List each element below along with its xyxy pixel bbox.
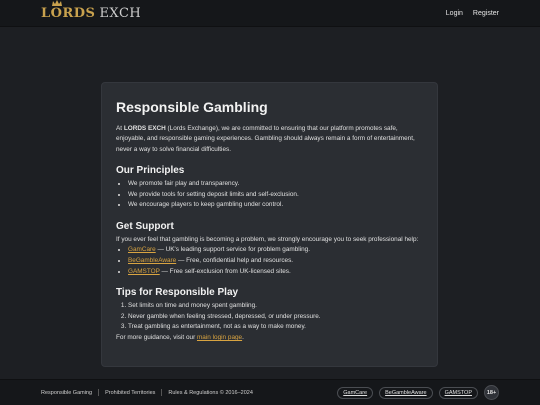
more-suffix: . bbox=[242, 333, 244, 341]
support-heading: Get Support bbox=[116, 221, 174, 232]
list-item: Set limits on time and money spent gambl… bbox=[128, 301, 423, 312]
footer-links: Responsible Gaming Prohibited Territorie… bbox=[41, 389, 253, 396]
top-header: LORDS EXCH Login Register bbox=[0, 0, 540, 27]
crown-icon bbox=[52, 0, 62, 6]
list-item: GamCare — UK's leading support service f… bbox=[128, 245, 423, 256]
login-link[interactable]: Login bbox=[446, 10, 463, 17]
begambleaware-link[interactable]: BeGambleAware bbox=[128, 257, 176, 264]
age-restriction-badge: 18+ bbox=[484, 385, 499, 400]
gamstop-link[interactable]: GAMSTOP bbox=[128, 268, 160, 275]
support-item-text: — Free, confidential help and resources. bbox=[176, 257, 294, 264]
intro-prefix: At bbox=[116, 125, 124, 132]
header-nav: Login Register bbox=[446, 10, 499, 17]
site-footer: Responsible Gaming Prohibited Territorie… bbox=[0, 379, 540, 405]
content-card: Responsible Gambling At LORDS EXCH (Lord… bbox=[101, 82, 438, 367]
support-item-text: — Free self-exclusion from UK-licensed s… bbox=[159, 267, 291, 275]
gamcare-badge[interactable]: GamCare bbox=[337, 386, 374, 399]
footer-divider bbox=[161, 389, 163, 396]
support-list: GamCare — UK's leading support service f… bbox=[116, 245, 423, 277]
footer-link-prohibited-territories[interactable]: Prohibited Territories bbox=[105, 390, 155, 396]
more-guidance: For more guidance, visit our main login … bbox=[116, 333, 423, 343]
begambleaware-badge[interactable]: BeGambleAware bbox=[379, 386, 433, 399]
intro-paragraph: At LORDS EXCH (Lords Exchange), we are c… bbox=[116, 124, 423, 155]
logo-sub-text: EXCH bbox=[99, 5, 142, 21]
principles-list: We promote fair play and transparency. W… bbox=[116, 179, 423, 211]
footer-divider bbox=[98, 389, 100, 396]
list-item: We promote fair play and transparency. bbox=[128, 179, 423, 190]
tips-heading: Tips for Responsible Play bbox=[116, 287, 239, 299]
list-item: We provide tools for setting deposit lim… bbox=[128, 190, 423, 201]
list-item: GAMSTOP — Free self-exclusion from UK-li… bbox=[128, 267, 423, 278]
principles-heading: Our Principles bbox=[116, 165, 185, 177]
intro-brand: LORDS EXCH bbox=[123, 125, 166, 132]
gamstop-badge[interactable]: GAMSTOP bbox=[438, 386, 478, 399]
footer-badges: GamCare BeGambleAware GAMSTOP 18+ bbox=[337, 385, 499, 400]
tips-list: Set limits on time and money spent gambl… bbox=[116, 301, 423, 333]
list-item: Never gamble when feeling stressed, depr… bbox=[128, 312, 423, 323]
site-logo[interactable]: LORDS EXCH bbox=[41, 0, 142, 21]
support-intro: If you ever feel that gambling is becomi… bbox=[116, 236, 419, 243]
logo-main-text: LORDS bbox=[41, 5, 96, 21]
list-item: Treat gambling as entertainment, not as … bbox=[128, 322, 423, 333]
register-link[interactable]: Register bbox=[473, 10, 499, 17]
footer-link-rules[interactable]: Rules & Regulations © 2016–2024 bbox=[168, 390, 252, 396]
support-item-text: — UK's leading support service for probl… bbox=[155, 246, 311, 254]
page-title: Responsible Gambling bbox=[116, 99, 268, 115]
footer-link-responsible-gaming[interactable]: Responsible Gaming bbox=[41, 390, 92, 396]
list-item: BeGambleAware — Free, confidential help … bbox=[128, 256, 423, 267]
gamcare-link[interactable]: GamCare bbox=[128, 246, 156, 253]
list-item: We encourage players to keep gambling un… bbox=[128, 200, 423, 211]
more-prefix: For more guidance, visit our bbox=[116, 333, 197, 341]
main-login-link[interactable]: main login page bbox=[197, 334, 242, 341]
